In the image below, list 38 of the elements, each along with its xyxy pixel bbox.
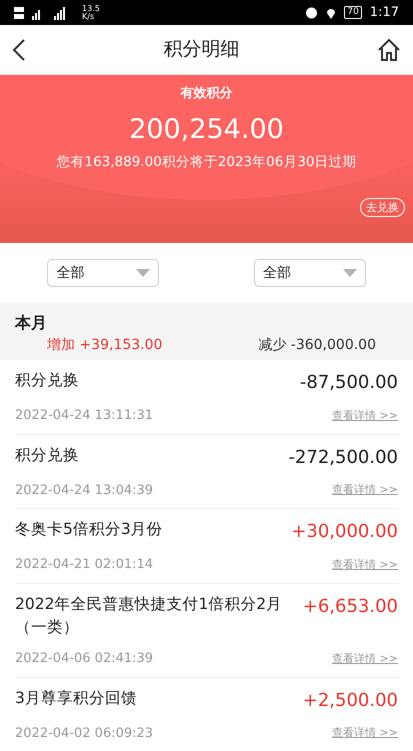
month-title: 本月 (15, 312, 48, 334)
transaction-amount: +6,653.00 (302, 594, 398, 618)
transaction-title: 2022年全民普惠快捷支付1倍积分2月（一类） (15, 594, 284, 638)
transaction-time: 2022-04-02 06:09:23 (15, 724, 154, 742)
transaction-amount: -272,500.00 (288, 446, 398, 470)
decrease-total: 减少 -360,000.00 (258, 336, 377, 355)
increase-total: 增加 +39,153.00 (46, 336, 162, 355)
page-title: 积分明细 (164, 37, 240, 62)
points-label: 有效积分 (179, 85, 234, 103)
details-link[interactable]: 查看详情 >> (332, 725, 398, 742)
redeem-button[interactable]: 去兑换 (360, 198, 405, 218)
transaction-amount: +2,500.00 (302, 688, 398, 712)
transaction-time: 2022-04-06 02:41:39 (15, 650, 154, 668)
battery-icon: 70 (344, 6, 362, 19)
home-icon[interactable] (377, 38, 401, 62)
transaction-time: 2022-04-21 02:01:14 (15, 556, 154, 574)
details-link[interactable]: 查看详情 >> (332, 650, 398, 667)
transaction-time: 2022-04-24 13:11:31 (15, 407, 154, 425)
expiry-note: 您有163,889.00积分将于2023年06月30日过期 (55, 153, 358, 172)
transaction-title: 积分兑换 (15, 370, 79, 391)
filter-dropdown[interactable]: 全部 (254, 259, 366, 287)
details-link[interactable]: 查看详情 >> (332, 408, 398, 424)
details-link[interactable]: 查看详情 >> (332, 556, 398, 573)
transaction-time: 2022-04-24 13:04:39 (15, 482, 154, 500)
caret-icon (136, 269, 150, 277)
transaction-title: 冬奥卡5倍积分3月份 (15, 519, 163, 540)
transaction-amount: -87,500.00 (300, 371, 398, 395)
clock: 1:17 (370, 4, 399, 22)
details-link[interactable]: 查看详情 >> (332, 482, 398, 498)
points-total: 200,254.00 (128, 112, 285, 146)
transaction-title: 3月尊享积分回馈 (15, 688, 137, 708)
location-icon (326, 6, 336, 19)
transaction-title: 积分兑换 (15, 444, 79, 466)
filter-dropdown[interactable]: 全部 (47, 259, 160, 287)
caret-icon (342, 269, 357, 277)
transaction-amount: +30,000.00 (291, 520, 398, 544)
back-icon[interactable] (12, 38, 26, 62)
network-speed: 13.5 K/s (82, 4, 100, 20)
